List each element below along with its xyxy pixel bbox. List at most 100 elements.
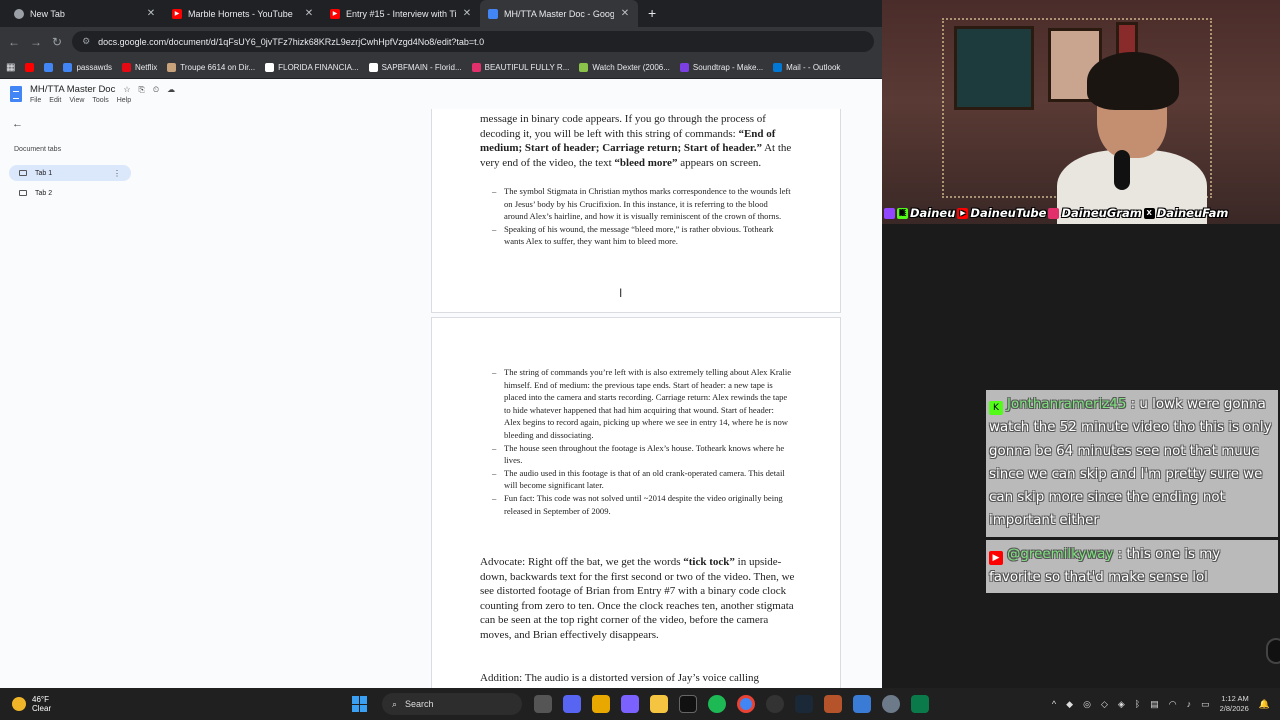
volume-icon[interactable]: ♪ [1187, 699, 1192, 709]
tray-app-icon[interactable]: ◇ [1101, 699, 1108, 710]
steam-icon[interactable] [795, 695, 813, 713]
doc-tab-2[interactable]: Tab 2 [9, 185, 131, 201]
browser-tab-entry-15[interactable]: ▶ Entry #15 - Interview with Tim ✕ [322, 0, 480, 27]
bookmark-florida[interactable]: FLORIDA FINANCIA... [265, 62, 359, 72]
tray-app-icon[interactable]: ◎ [1083, 699, 1091, 710]
kick-icon: K [989, 401, 1003, 415]
bookmark-blue[interactable] [44, 62, 54, 72]
tray-app-icon[interactable]: ◆ [1066, 699, 1073, 710]
troupe-icon [167, 62, 177, 72]
close-tab-icon[interactable]: ✕ [620, 8, 630, 19]
tray-app-icon[interactable]: ◈ [1118, 699, 1125, 710]
close-tab-icon[interactable]: ✕ [304, 8, 314, 19]
bookmark-soundtrap[interactable]: Soundtrap - Make... [679, 62, 764, 72]
menu-file[interactable]: File [30, 97, 41, 104]
bookmark-outlook[interactable]: Mail - - Outlook [773, 62, 840, 72]
addition-label: Addition: [480, 672, 523, 684]
back-arrow-icon[interactable]: ← [12, 118, 23, 130]
chevron-up-icon[interactable]: ^ [1052, 699, 1056, 709]
bookmark-label: BEAUTIFUL FULLY R... [484, 62, 570, 72]
document-title[interactable]: MH/TTA Master Doc [30, 84, 115, 95]
weather-widget[interactable]: 46°F Clear [0, 695, 340, 713]
battery-icon[interactable]: ▭ [1201, 699, 1210, 710]
bookmark-troupe[interactable]: Troupe 6614 on Dir... [167, 62, 255, 72]
task-view-icon[interactable] [534, 695, 552, 713]
social-handle: DaineuFam [1156, 206, 1229, 220]
copilot-icon[interactable] [621, 695, 639, 713]
twitch-icon [884, 207, 895, 219]
bookmark-dexter[interactable]: Watch Dexter (2006... [579, 62, 670, 72]
document-canvas[interactable]: message in binary code appears. If you g… [180, 109, 882, 688]
text-cursor-icon: I [619, 286, 623, 300]
youtube-icon [25, 62, 35, 72]
social-handle: Daineu [910, 206, 956, 220]
docs-header: MH/TTA Master Doc ☆ ⎘ ⏲ ☁ File Edit View… [0, 79, 882, 109]
clock[interactable]: 1:12 AM 2/8/2026 [1220, 694, 1249, 714]
list-item: The house seen throughout the footage is… [492, 442, 792, 467]
google-docs-logo-icon[interactable] [10, 86, 22, 102]
bluetooth-icon[interactable]: ᛒ [1135, 699, 1140, 709]
notepad-icon[interactable] [853, 695, 871, 713]
close-tab-icon[interactable]: ✕ [462, 8, 472, 19]
browser-toolbar: ← → ↻ ⚙ docs.google.com/document/d/1qFsU… [0, 27, 882, 56]
tab-strip: New Tab ✕ ▶ Marble Hornets - YouTube ✕ ▶… [0, 0, 882, 27]
move-icon[interactable]: ⎘ [139, 85, 145, 95]
wifi-icon[interactable]: ◠ [1169, 699, 1177, 710]
menu-view[interactable]: View [69, 97, 84, 104]
paragraph: message in binary code appears. If you g… [480, 112, 795, 170]
bookmark-youtube[interactable] [25, 62, 35, 72]
obs-icon[interactable] [766, 695, 784, 713]
document-page[interactable]: The string of commands you’re left with … [431, 317, 841, 688]
spotify-icon[interactable] [708, 695, 726, 713]
windows-start-icon[interactable] [352, 696, 368, 712]
chrome-icon[interactable] [737, 695, 755, 713]
paragraph-text: in upside-down, backwards text for the f… [480, 556, 795, 641]
close-tab-icon[interactable]: ✕ [146, 8, 156, 19]
soundtrap-icon [679, 62, 689, 72]
menu-edit[interactable]: Edit [49, 97, 61, 104]
taskbar-search[interactable]: ⌕ Search [382, 693, 522, 715]
menu-tools[interactable]: Tools [92, 97, 108, 104]
back-icon[interactable]: ← [8, 35, 20, 49]
overlay-edge-icon [1266, 638, 1280, 664]
bookmark-passawds[interactable]: passawds [63, 62, 112, 72]
history-icon[interactable]: ⏲ [153, 85, 159, 95]
tray-app-icon[interactable]: ▤ [1150, 699, 1159, 710]
apps-icon[interactable]: ▦ [6, 62, 15, 73]
calendar-icon[interactable] [592, 695, 610, 713]
star-icon[interactable]: ☆ [123, 85, 130, 94]
bookmark-sapbfmain[interactable]: SAPBFMAIN - Florid... [368, 62, 462, 72]
doc-tab-label: Tab 2 [35, 189, 53, 197]
file-explorer-icon[interactable] [650, 695, 668, 713]
address-bar[interactable]: ⚙ docs.google.com/document/d/1qFsUY6_0jv… [72, 31, 874, 52]
bookmark-label: Soundtrap - Make... [692, 62, 764, 72]
document-page[interactable]: message in binary code appears. If you g… [431, 109, 841, 313]
paragraph-text: Right off the bat, we get the words [525, 556, 684, 568]
browser-tab-new-tab[interactable]: New Tab ✕ [6, 0, 164, 27]
social-handle: DaineuTube [970, 206, 1047, 220]
notifications-icon[interactable]: 🔔 [1259, 699, 1270, 710]
system-tray: ^ ◆ ◎ ◇ ◈ ᛒ ▤ ◠ ♪ ▭ 1:12 AM 2/8/2026 🔔 [1052, 694, 1280, 714]
social-handle: DaineuGram [1061, 206, 1142, 220]
new-tab-icon[interactable]: + [638, 5, 666, 27]
elgato-icon[interactable] [679, 695, 697, 713]
clock-date: 2/8/2026 [1219, 704, 1249, 713]
settings-icon[interactable] [882, 695, 900, 713]
clock-time: 1:12 AM [1221, 694, 1249, 703]
browser-tab-marble-hornets[interactable]: ▶ Marble Hornets - YouTube ✕ [164, 0, 322, 27]
forward-icon[interactable]: → [30, 35, 42, 49]
discord-icon[interactable] [563, 695, 581, 713]
bookmark-netflix[interactable]: Netflix [122, 62, 157, 72]
youtube-icon: ▶ [330, 8, 340, 19]
reload-icon[interactable]: ↻ [52, 35, 62, 49]
cloud-icon[interactable]: ☁ [167, 85, 175, 94]
more-options-icon[interactable]: ⋮ [113, 169, 121, 178]
game-launcher-icon[interactable] [824, 695, 842, 713]
bookmark-beautiful[interactable]: BEAUTIFUL FULLY R... [471, 62, 570, 72]
menu-help[interactable]: Help [117, 97, 131, 104]
site-info-icon[interactable]: ⚙ [82, 36, 90, 47]
browser-tab-master-doc[interactable]: MH/TTA Master Doc - Google Docs ✕ [480, 0, 638, 27]
doc-tab-1[interactable]: Tab 1 ⋮ [9, 165, 131, 181]
terminal-icon[interactable] [911, 695, 929, 713]
outlook-icon [773, 62, 783, 72]
